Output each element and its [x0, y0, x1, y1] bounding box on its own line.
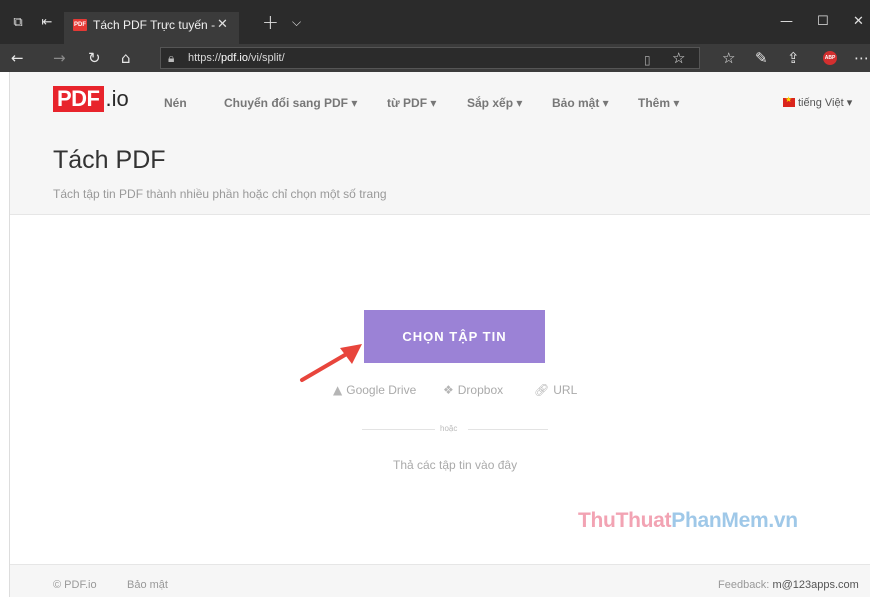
red-arrow-annotation — [300, 344, 362, 382]
home-icon[interactable]: ⌂ — [121, 49, 131, 67]
web-page: PDF .io Nén Chuyển đổi sang PDF ▾ từ PDF … — [9, 72, 870, 597]
address-toolbar: ← → ↻ ⌂ 🔒︎ https://pdf.io/vi/split/ ▯ ☆ … — [0, 44, 870, 72]
browser-titlebar: ⧉ ⇤ PDF Tách PDF Trực tuyến - Tr ✕ + ⌵ —… — [0, 0, 870, 44]
star-icon[interactable]: ☆ — [672, 49, 685, 67]
site-logo[interactable]: PDF .io — [53, 86, 129, 112]
back-arrow-icon[interactable]: ← — [11, 49, 24, 67]
google-drive-link[interactable]: ▲ Google Drive — [333, 383, 416, 397]
watermark: ThuThuatPhanMem.vn — [578, 509, 798, 532]
chevron-down-icon[interactable]: ⌵ — [292, 15, 301, 30]
reading-view-icon[interactable]: ▯ — [644, 51, 651, 69]
choose-file-button[interactable]: CHỌN TẬP TIN — [364, 310, 545, 363]
pdf-favicon-icon: PDF — [73, 19, 87, 31]
refresh-icon[interactable]: ↻ — [88, 49, 101, 67]
page-header: PDF .io Nén Chuyển đổi sang PDF ▾ từ PDF … — [10, 72, 870, 215]
plus-icon[interactable]: + — [262, 12, 279, 32]
pen-icon[interactable]: ✎ — [755, 49, 768, 67]
drop-zone-text: Thả các tập tin vào đây — [393, 458, 518, 472]
dropbox-icon: ❖ — [443, 383, 454, 397]
nav-from-pdf[interactable]: từ PDF ▾ — [387, 96, 436, 110]
language-selector[interactable]: tiếng Việt ▾ — [783, 95, 852, 109]
favorites-icon[interactable]: ☆ — [722, 49, 735, 67]
page-title: Tách PDF — [53, 146, 166, 174]
logo-pdf: PDF — [53, 86, 104, 112]
nav-more[interactable]: Thêm ▾ — [638, 96, 679, 110]
copyright: © PDF.io — [53, 579, 97, 591]
window-close-icon[interactable]: ✕ — [853, 14, 864, 29]
tab-actions-icon[interactable]: ⧉ — [11, 16, 25, 30]
divider — [468, 429, 548, 430]
dropbox-link[interactable]: ❖ Dropbox — [443, 383, 503, 397]
vietnam-flag-icon — [783, 95, 795, 107]
url-text[interactable]: https://pdf.io/vi/split/ — [188, 52, 285, 64]
nav-security[interactable]: Bảo mật ▾ — [552, 96, 609, 110]
nav-arrange[interactable]: Sắp xếp ▾ — [467, 96, 522, 110]
logo-io: .io — [105, 86, 129, 111]
forward-arrow-icon[interactable]: → — [53, 49, 66, 67]
page-footer: © PDF.io Bảo mật Feedback: m@123apps.com — [10, 564, 870, 597]
feedback[interactable]: Feedback: m@123apps.com — [718, 579, 859, 591]
nav-convert-to-pdf[interactable]: Chuyển đổi sang PDF ▾ — [224, 96, 357, 110]
close-icon[interactable]: ✕ — [217, 17, 228, 32]
tab-title[interactable]: Tách PDF Trực tuyến - Tr — [93, 18, 215, 32]
maximize-icon[interactable]: ☐ — [817, 14, 829, 29]
page-subtitle: Tách tập tin PDF thành nhiều phần hoặc c… — [53, 187, 387, 201]
link-icon: 🔗︎ — [534, 383, 550, 397]
set-aside-tabs-icon[interactable]: ⇤ — [40, 16, 54, 30]
minimize-icon[interactable]: — — [780, 14, 793, 29]
share-icon[interactable]: ⇪ — [787, 49, 800, 67]
adblock-icon[interactable]: ABP — [823, 51, 837, 65]
google-drive-icon: ▲ — [333, 383, 343, 397]
or-text: hoặc — [440, 424, 458, 433]
lock-icon: 🔒︎ — [168, 51, 175, 65]
divider — [362, 429, 435, 430]
nav-compress[interactable]: Nén — [164, 96, 187, 110]
url-link[interactable]: 🔗︎ URL — [534, 383, 577, 397]
footer-privacy-link[interactable]: Bảo mật — [127, 579, 168, 591]
more-icon[interactable]: ⋯ — [854, 49, 869, 67]
